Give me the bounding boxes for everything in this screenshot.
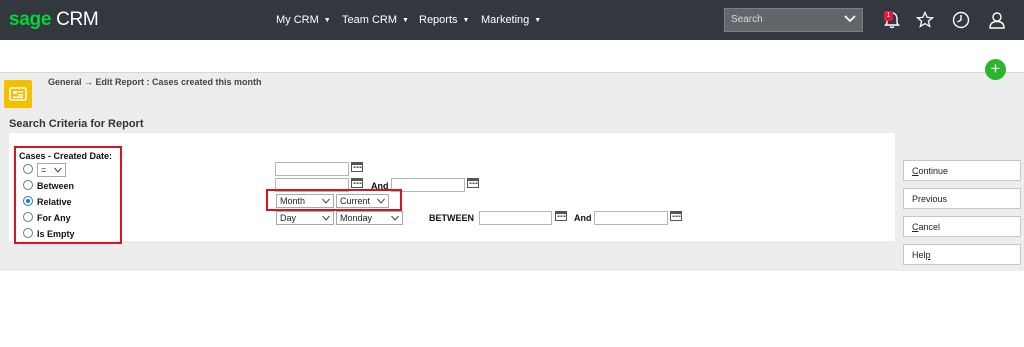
caret-down-icon: ▼ xyxy=(323,17,331,24)
cancel-label: ancel xyxy=(918,222,941,232)
nav-reports[interactable]: Reports ▼ xyxy=(419,14,469,26)
for-any-unit-select[interactable]: Day xyxy=(276,211,334,225)
radio-equals[interactable] xyxy=(23,164,33,174)
option-relative-label: Relative xyxy=(37,197,72,207)
for-any-day-value: Monday xyxy=(340,213,373,223)
for-any-end-input[interactable] xyxy=(594,211,668,225)
continue-button[interactable]: Continue xyxy=(903,160,1021,181)
nav-my-crm[interactable]: My CRM ▼ xyxy=(276,14,331,26)
nav-my-crm-label: My CRM xyxy=(276,14,319,26)
for-any-day-select[interactable]: Monday xyxy=(336,211,403,225)
nav-marketing[interactable]: Marketing ▼ xyxy=(481,14,541,26)
calendar-icon[interactable] xyxy=(351,161,363,172)
search-placeholder: Search xyxy=(731,14,763,25)
for-any-start-input[interactable] xyxy=(479,211,552,225)
equals-date-input[interactable] xyxy=(275,162,349,176)
between-label: BETWEEN xyxy=(429,213,474,223)
radio-relative[interactable] xyxy=(23,196,33,206)
calendar-icon[interactable] xyxy=(670,210,682,221)
report-glyph-icon xyxy=(9,87,27,101)
star-icon[interactable] xyxy=(915,10,935,30)
option-for-any-label: For Any xyxy=(37,213,71,223)
option-between-label: Between xyxy=(37,181,75,191)
calendar-icon[interactable] xyxy=(555,210,567,221)
search-input[interactable]: Search xyxy=(724,8,863,32)
radio-is-empty[interactable] xyxy=(23,228,33,238)
operator-select[interactable]: = xyxy=(37,163,66,177)
and-label: And xyxy=(574,213,592,223)
sub-header xyxy=(0,40,1024,73)
logo-product: CRM xyxy=(56,9,99,30)
user-icon[interactable] xyxy=(987,10,1007,30)
relative-period-value: Current xyxy=(340,196,371,206)
nav-marketing-label: Marketing xyxy=(481,14,530,26)
continue-label: ontinue xyxy=(918,166,949,176)
help-label: Hel xyxy=(912,250,926,260)
caret-down-icon: ▼ xyxy=(402,17,409,24)
radio-for-any[interactable] xyxy=(23,212,33,222)
calendar-icon[interactable] xyxy=(467,177,479,188)
clock-icon[interactable] xyxy=(951,10,971,30)
help-accesskey: p xyxy=(925,250,931,260)
relative-period-select[interactable]: Current xyxy=(336,194,389,208)
logo-brand: sage xyxy=(9,9,52,30)
add-button[interactable]: + xyxy=(985,59,1006,80)
previous-button[interactable]: Previous xyxy=(903,188,1021,209)
caret-down-icon: ▼ xyxy=(534,17,542,24)
chevron-down-icon xyxy=(54,167,62,173)
relative-unit-select[interactable]: Month xyxy=(276,194,334,208)
operator-value: = xyxy=(41,165,47,175)
help-button[interactable]: Help xyxy=(903,244,1021,265)
between-end-input[interactable] xyxy=(391,178,465,192)
option-is-empty-label: Is Empty xyxy=(37,229,75,239)
nav-reports-label: Reports xyxy=(419,14,458,26)
sage-crm-logo[interactable]: sage CRM xyxy=(9,9,99,31)
section-title: Search Criteria for Report xyxy=(9,118,144,130)
field-label: Cases - Created Date: xyxy=(19,151,113,161)
for-any-unit-value: Day xyxy=(280,213,297,223)
notification-badge: 1 xyxy=(884,11,893,21)
top-bar: sage CRM My CRM ▼ Team CRM ▼ Reports ▼ Mark… xyxy=(0,0,1024,40)
calendar-icon[interactable] xyxy=(351,177,363,188)
cancel-button[interactable]: Cancel xyxy=(903,216,1021,237)
chevron-down-icon xyxy=(322,215,330,221)
chevron-down-icon xyxy=(377,198,385,204)
chevron-down-icon[interactable] xyxy=(842,11,858,27)
nav-team-crm[interactable]: Team CRM ▼ xyxy=(342,14,409,26)
nav-team-crm-label: Team CRM xyxy=(342,14,398,26)
caret-down-icon: ▼ xyxy=(462,17,470,24)
relative-unit-value: Month xyxy=(280,196,306,206)
previous-label: Previous xyxy=(912,194,948,204)
chevron-down-icon xyxy=(322,198,330,204)
report-icon xyxy=(4,80,32,108)
breadcrumb: General → Edit Report : Cases created th… xyxy=(48,77,262,87)
radio-between[interactable] xyxy=(23,180,33,190)
chevron-down-icon xyxy=(391,215,399,221)
